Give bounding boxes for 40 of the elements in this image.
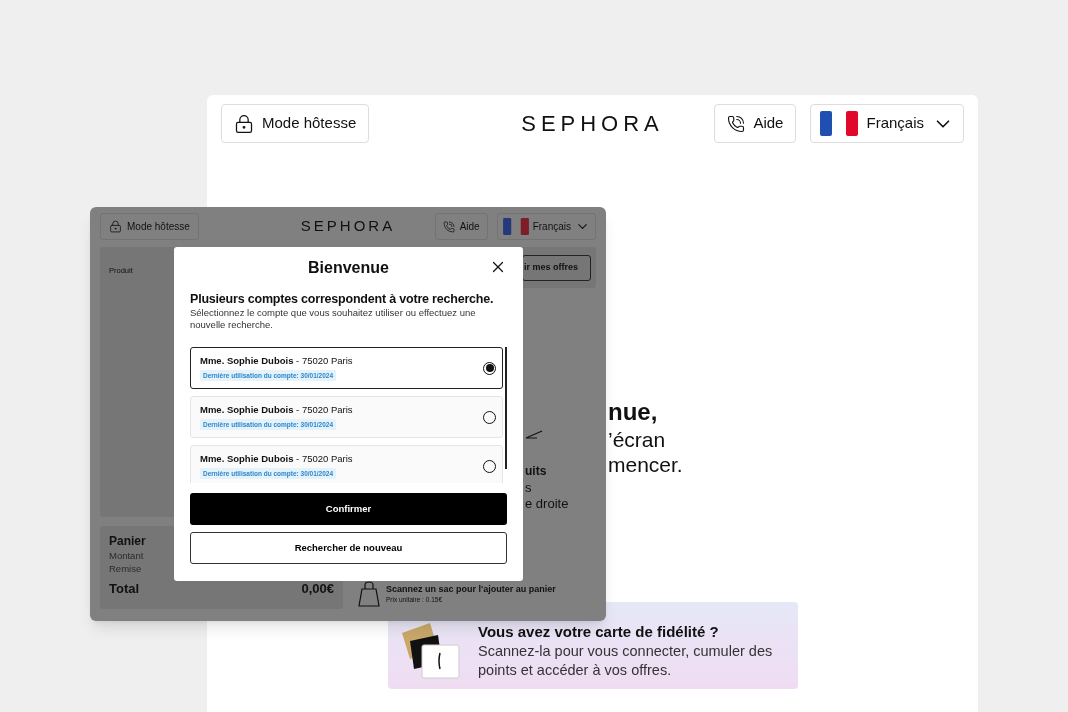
phone-icon [727,114,746,133]
cart-row-label: Montant [109,549,144,562]
logo: SEPHORA [521,110,664,138]
instruction-text: s [525,480,533,496]
loyalty-text: Scannez-la pour vous connecter, cumuler des points et accéder à vos offres. [478,641,774,680]
arrow-icon [525,430,543,439]
account-name: Mme. Sophie Dubois - 75020 Paris [200,404,353,416]
dialog-title: Bienvenue [308,258,389,278]
welcome-text: mencer. [608,452,684,477]
french-flag-icon [820,111,859,136]
help-button[interactable]: Aide [714,104,797,143]
confirm-button[interactable]: Confirmer [190,493,507,525]
scrollbar[interactable] [505,347,507,469]
host-mode-button[interactable]: Mode hôtesse [100,213,199,240]
account-name: Mme. Sophie Dubois - 75020 Paris [200,453,353,465]
phone-icon [442,220,455,233]
language-select[interactable]: Français [496,213,596,240]
logo: SEPHORA [300,216,396,237]
total-label: Total [109,580,140,598]
cart-title: Panier [109,534,146,549]
dialog-heading: Plusieurs comptes correspondent à votre recherche. [190,291,495,307]
welcome-text: ’écran [608,427,667,452]
language-select[interactable]: Français [810,104,964,143]
account-name: Mme. Sophie Dubois - 75020 Paris [200,355,353,367]
search-again-button[interactable]: Rechercher de nouveau [190,532,507,564]
bag-title: Scannez un sac pour l'ajouter au panier [386,583,556,595]
cart-row-label: Remise [109,562,142,575]
instruction-text: e droite [525,496,569,512]
dialog-description: Sélectionnez le compte que vous souhaitez utiliser ou effectuez une nouvelle recherche. [190,307,477,331]
shopping-bag-icon [358,581,380,607]
host-mode-button[interactable]: Mode hôtesse [221,104,370,143]
french-flag-icon [502,218,529,235]
lock-icon [234,113,254,134]
loyalty-title: Vous avez votre carte de fidélité ? [478,621,719,642]
total-value: 0,00€ [301,580,334,598]
welcome-text: nue, [608,397,659,427]
help-button[interactable]: Aide [434,213,488,240]
lock-icon [109,220,122,233]
loyalty-cards-icon [402,622,460,679]
instruction-text: uits [525,463,548,480]
